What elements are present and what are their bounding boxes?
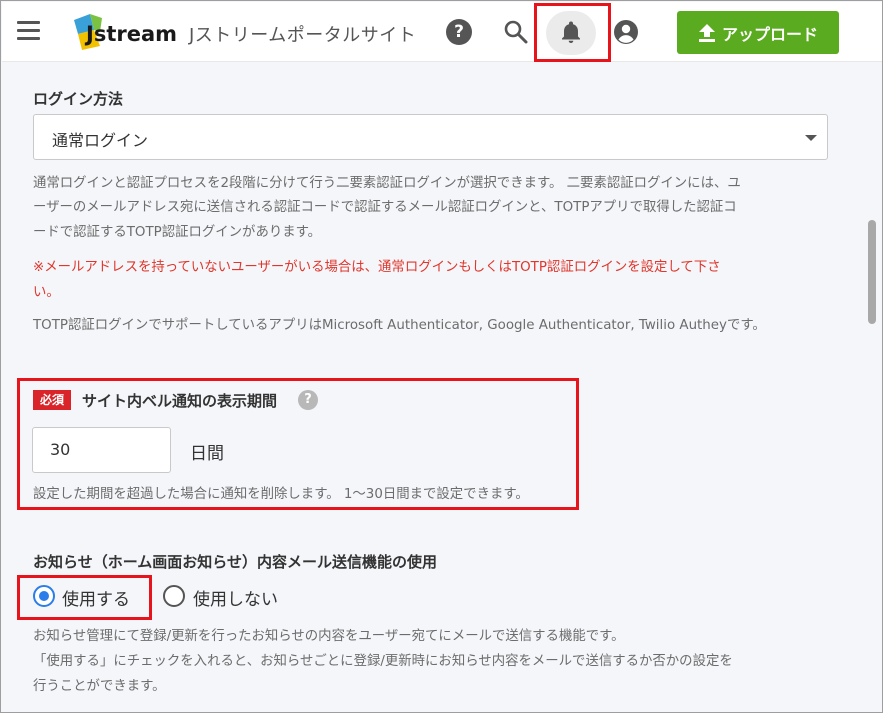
login-warning-line-2: い。: [33, 285, 60, 300]
mail-notice-help-line-2: 「使用する」にチェックを入れると、お知らせごとに登録/更新時にお知らせ内容をメー…: [33, 654, 733, 669]
upload-icon: [698, 23, 715, 42]
login-method-label: ログイン方法: [33, 90, 124, 108]
notification-button[interactable]: [546, 11, 596, 55]
radio-use[interactable]: [33, 585, 55, 607]
app-window: Jstream Jストリームポータルサイト ? アップロード ログイン方法 通常…: [0, 0, 883, 713]
upload-button[interactable]: アップロード: [677, 11, 839, 54]
radio-use-label[interactable]: 使用する: [62, 585, 130, 610]
mail-notice-help-line-3: 行うことができます。: [33, 679, 166, 694]
bell-period-help: 設定した期間を超過した場合に通知を削除します。 1〜30日間まで設定できます。: [33, 487, 529, 502]
chevron-down-icon: [805, 135, 817, 141]
question-circle-icon[interactable]: ?: [446, 19, 472, 45]
login-method-select[interactable]: 通常ログイン: [33, 114, 828, 160]
required-badge: 必須: [33, 390, 71, 410]
logo-text: Jstream: [84, 22, 177, 46]
login-warning-line-1: ※メールアドレスを持っていないユーザーがいる場合は、通常ログインもしくはTOTP…: [33, 260, 721, 275]
login-help-line-1: 通常ログインと認証プロセスを2段階に分けて行う二要素認証ログインが選択できます。…: [33, 176, 741, 191]
account-circle-icon[interactable]: [612, 18, 640, 46]
jstream-logo[interactable]: Jstream: [72, 12, 178, 52]
question-circle-icon[interactable]: ?: [298, 390, 318, 410]
scrollbar-track[interactable]: [865, 62, 882, 712]
bell-period-unit: 日間: [190, 444, 224, 464]
upload-button-label: アップロード: [721, 24, 818, 44]
mail-notice-help-line-1: お知らせ管理にて登録/更新を行ったお知らせの内容をユーザー宛てにメールで送信する…: [33, 629, 625, 644]
bell-icon: [562, 21, 580, 43]
login-help-line-2: ーザーのメールアドレス宛に送信される認証コードで認証するメール認証ログインと、T…: [33, 200, 737, 215]
top-header: Jstream Jストリームポータルサイト ? アップロード: [2, 2, 882, 62]
search-icon[interactable]: [503, 19, 529, 45]
totp-apps-note: TOTP認証ログインでサポートしているアプリはMicrosoft Authent…: [33, 318, 766, 333]
site-title[interactable]: Jストリームポータルサイト: [189, 21, 416, 47]
scrollbar-thumb[interactable]: [868, 220, 876, 324]
login-help-line-3: ードで認証するTOTP認証ログインがあります。: [33, 225, 322, 240]
mail-notice-label: お知らせ（ホーム画面お知らせ）内容メール送信機能の使用: [33, 553, 437, 571]
radio-no-use[interactable]: [163, 585, 185, 607]
bell-period-input[interactable]: 30: [32, 427, 171, 473]
login-method-value: 通常ログイン: [52, 131, 149, 150]
bell-period-label: サイト内ベル通知の表示期間: [82, 392, 278, 410]
radio-no-use-label[interactable]: 使用しない: [193, 585, 278, 610]
menu-icon[interactable]: [17, 21, 40, 41]
